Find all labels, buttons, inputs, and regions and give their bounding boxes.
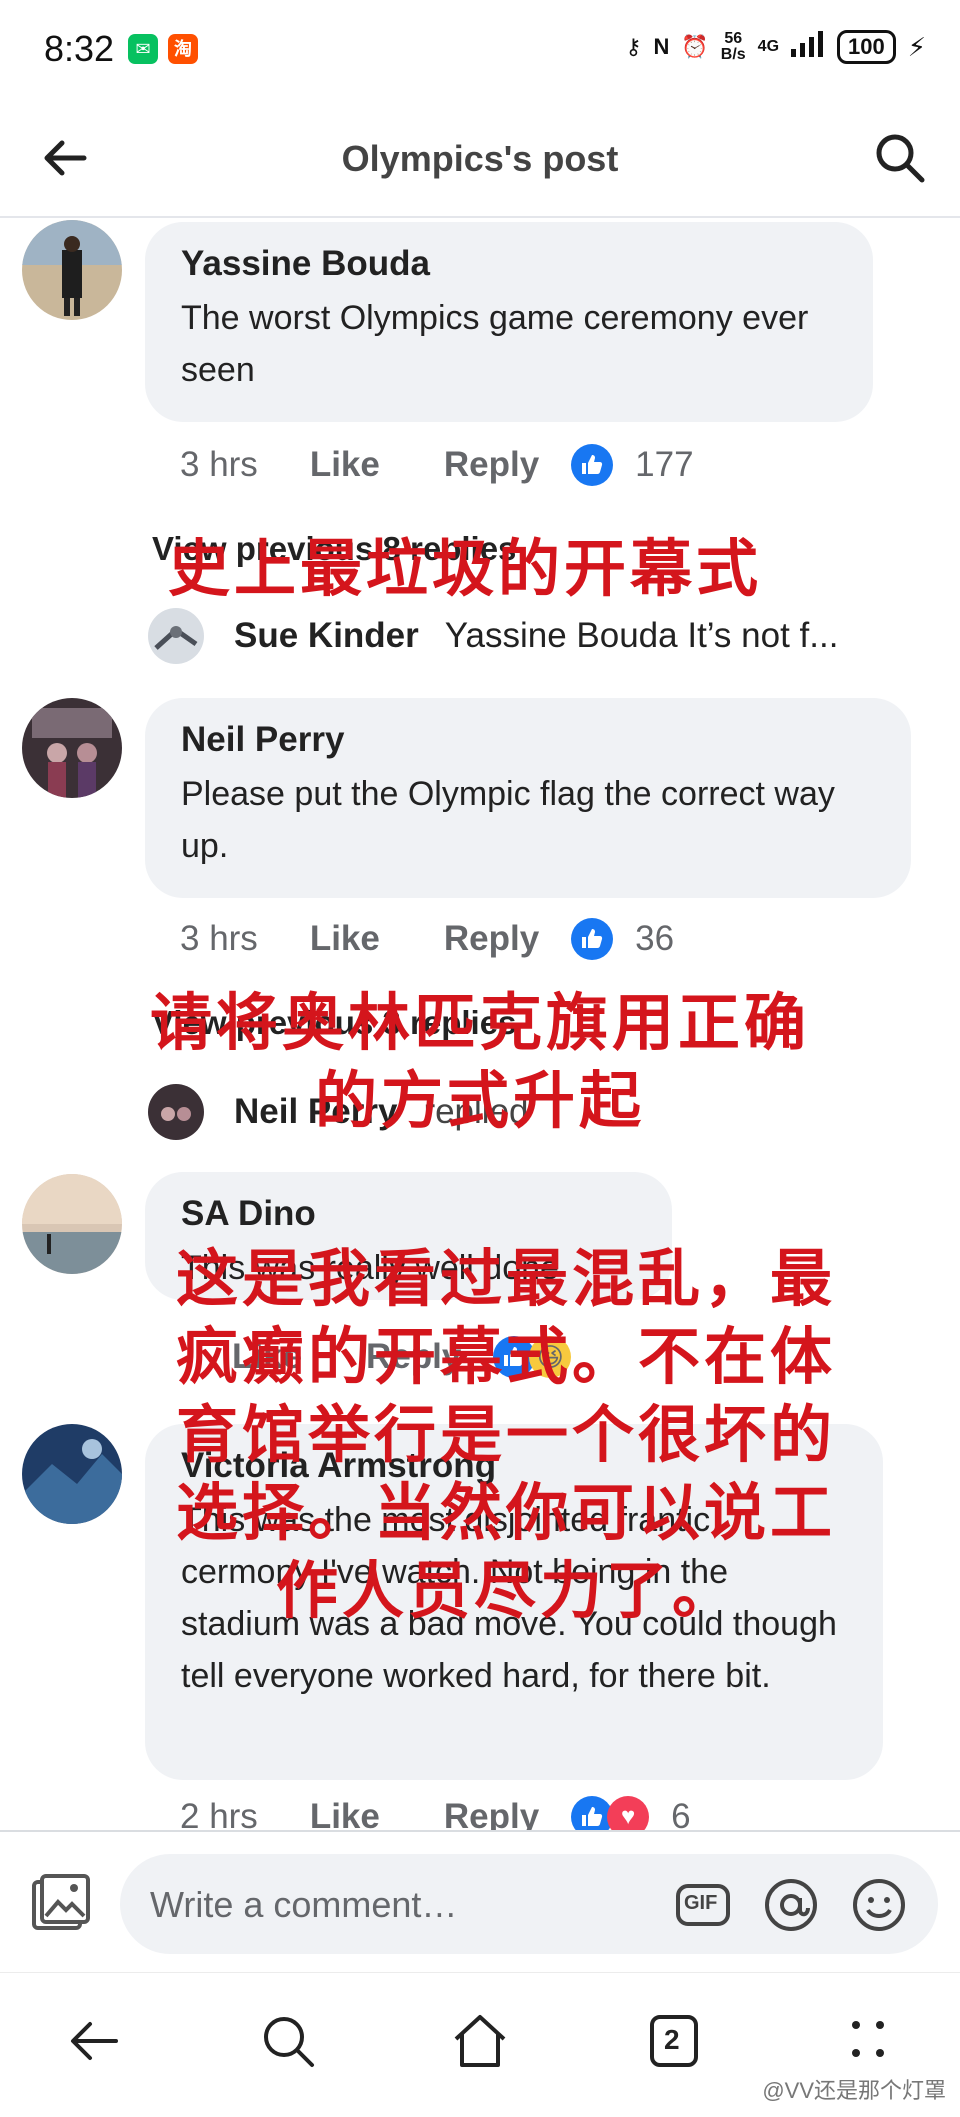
reply-button[interactable]: Reply — [444, 919, 539, 959]
key-icon: ⚷ — [625, 34, 642, 59]
nav-search-icon[interactable] — [256, 2009, 320, 2073]
avatar[interactable] — [22, 1424, 122, 1524]
nfc-icon: N — [653, 34, 670, 59]
nav-back-icon[interactable] — [62, 2009, 126, 2073]
mention-icon[interactable] — [762, 1876, 820, 1934]
alarm-icon: ⏰ — [681, 34, 709, 59]
reaction-count[interactable]: 36 — [635, 919, 674, 959]
comment-text: Please put the Olympic flag the correct … — [181, 775, 835, 865]
watermark: @VV还是那个灯罩 — [762, 2078, 946, 2103]
wechat-icon: ✉ — [128, 34, 158, 64]
comment-time: 3 hrs — [180, 919, 258, 958]
comment-author[interactable]: Yassine Bouda — [181, 244, 837, 284]
comment-actions: 3 hrs Like Reply 36 — [180, 918, 674, 960]
status-time: 8:32 — [44, 28, 115, 69]
overlay-caption-3: 这是我看过最混乱，最 疯癫的开幕式。不在体 育馆举行是一个很坏的 选择。当然你可… — [176, 1242, 837, 1627]
comment-placeholder: Write a comment… — [150, 1884, 458, 1925]
like-button[interactable]: Like — [310, 445, 380, 485]
search-icon[interactable] — [870, 128, 930, 188]
post-header: Olympics's post — [0, 100, 960, 218]
battery-indicator: 100 — [837, 30, 896, 64]
thumbs-up-icon — [571, 918, 614, 960]
comment-text: The worst Olympics game ceremony ever se… — [181, 299, 809, 389]
browser-nav-bar: 2 @VV还是那个灯罩 — [0, 1972, 960, 2117]
thumbs-up-icon — [571, 444, 614, 486]
signal-icon — [791, 31, 825, 63]
reply-author[interactable]: Sue Kinder — [234, 616, 419, 656]
reply-preview[interactable]: Sue Kinder Yassine Bouda It’s not f... — [148, 608, 838, 664]
photo-icon[interactable] — [30, 1872, 92, 1934]
tabs-button[interactable]: 2 — [642, 2009, 706, 2073]
reply-button[interactable]: Reply — [444, 445, 539, 485]
taobao-icon: 淘 — [168, 34, 198, 64]
comment-author[interactable]: Neil Perry — [181, 720, 875, 760]
reply-snippet: Yassine Bouda It’s not f... — [444, 616, 839, 655]
comment-composer: Write a comment… GIF — [0, 1830, 960, 1972]
like-button[interactable]: Like — [310, 919, 380, 959]
avatar[interactable] — [22, 1174, 122, 1274]
comment-time: 3 hrs — [180, 445, 258, 484]
tabs-count: 2 — [664, 2024, 680, 2055]
status-bar: 8:32 ✉ 淘 ⚷ N ⏰ 56 B/s 4G 100 ⚡ — [0, 0, 960, 100]
overlay-caption-1: 史上最垃圾的开幕式 — [168, 532, 763, 605]
comment-bubble[interactable]: Neil Perry Please put the Olympic flag t… — [145, 698, 911, 898]
comment-actions: 3 hrs Like Reply 177 — [180, 444, 694, 486]
comment-author[interactable]: SA Dino — [181, 1194, 636, 1234]
net-speed: 56 B/s — [720, 30, 746, 63]
page-title: Olympics's post — [341, 138, 619, 179]
gif-button[interactable]: GIF — [674, 1876, 732, 1934]
status-icons: ⚷ N ⏰ 56 B/s 4G 100 ⚡ — [625, 30, 926, 64]
menu-icon[interactable] — [836, 2009, 900, 2073]
charging-icon: ⚡ — [907, 31, 926, 62]
emoji-icon[interactable] — [850, 1876, 908, 1934]
reaction-count[interactable]: 177 — [635, 445, 693, 485]
comment-bubble[interactable]: Yassine Bouda The worst Olympics game ce… — [145, 222, 873, 422]
home-icon[interactable] — [448, 2009, 512, 2073]
avatar — [148, 608, 204, 664]
comment-input[interactable]: Write a comment… GIF — [120, 1854, 938, 1954]
network-type: 4G — [757, 38, 780, 55]
avatar[interactable] — [22, 220, 122, 320]
gif-label: GIF — [684, 1892, 718, 1914]
avatar[interactable] — [22, 698, 122, 798]
overlay-caption-2: 请将奥林匹克旗用正确 的方式升起 — [149, 986, 810, 1137]
